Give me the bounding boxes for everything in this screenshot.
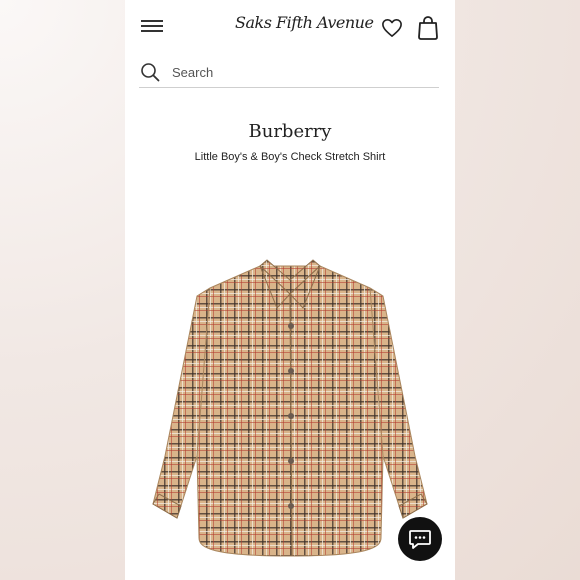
top-header: Saks Fifth Avenue bbox=[125, 0, 455, 56]
chat-bubble-icon bbox=[409, 530, 431, 549]
chat-button[interactable] bbox=[398, 517, 442, 561]
search-icon bbox=[141, 63, 160, 82]
wishlist-button[interactable] bbox=[380, 17, 404, 41]
search-bar bbox=[139, 57, 439, 88]
shopping-bag-icon bbox=[418, 16, 438, 40]
hamburger-menu-icon bbox=[141, 20, 163, 22]
search-input[interactable] bbox=[172, 61, 422, 83]
product-brand[interactable]: Burberry bbox=[125, 121, 455, 142]
product-title: Little Boy's & Boy's Check Stretch Shirt bbox=[194, 151, 386, 163]
menu-button[interactable] bbox=[141, 15, 167, 37]
heart-icon bbox=[382, 18, 402, 37]
phone-screen: Saks Fifth Avenue Burberry bbox=[125, 0, 455, 580]
shopping-bag-button[interactable] bbox=[416, 15, 440, 41]
hamburger-menu-icon-line-2 bbox=[141, 25, 163, 27]
check-shirt-image[interactable] bbox=[145, 256, 435, 576]
hamburger-menu-icon-line-3 bbox=[141, 30, 163, 32]
photo-background: Saks Fifth Avenue Burberry bbox=[0, 0, 580, 580]
store-logo[interactable]: Saks Fifth Avenue bbox=[235, 13, 374, 37]
